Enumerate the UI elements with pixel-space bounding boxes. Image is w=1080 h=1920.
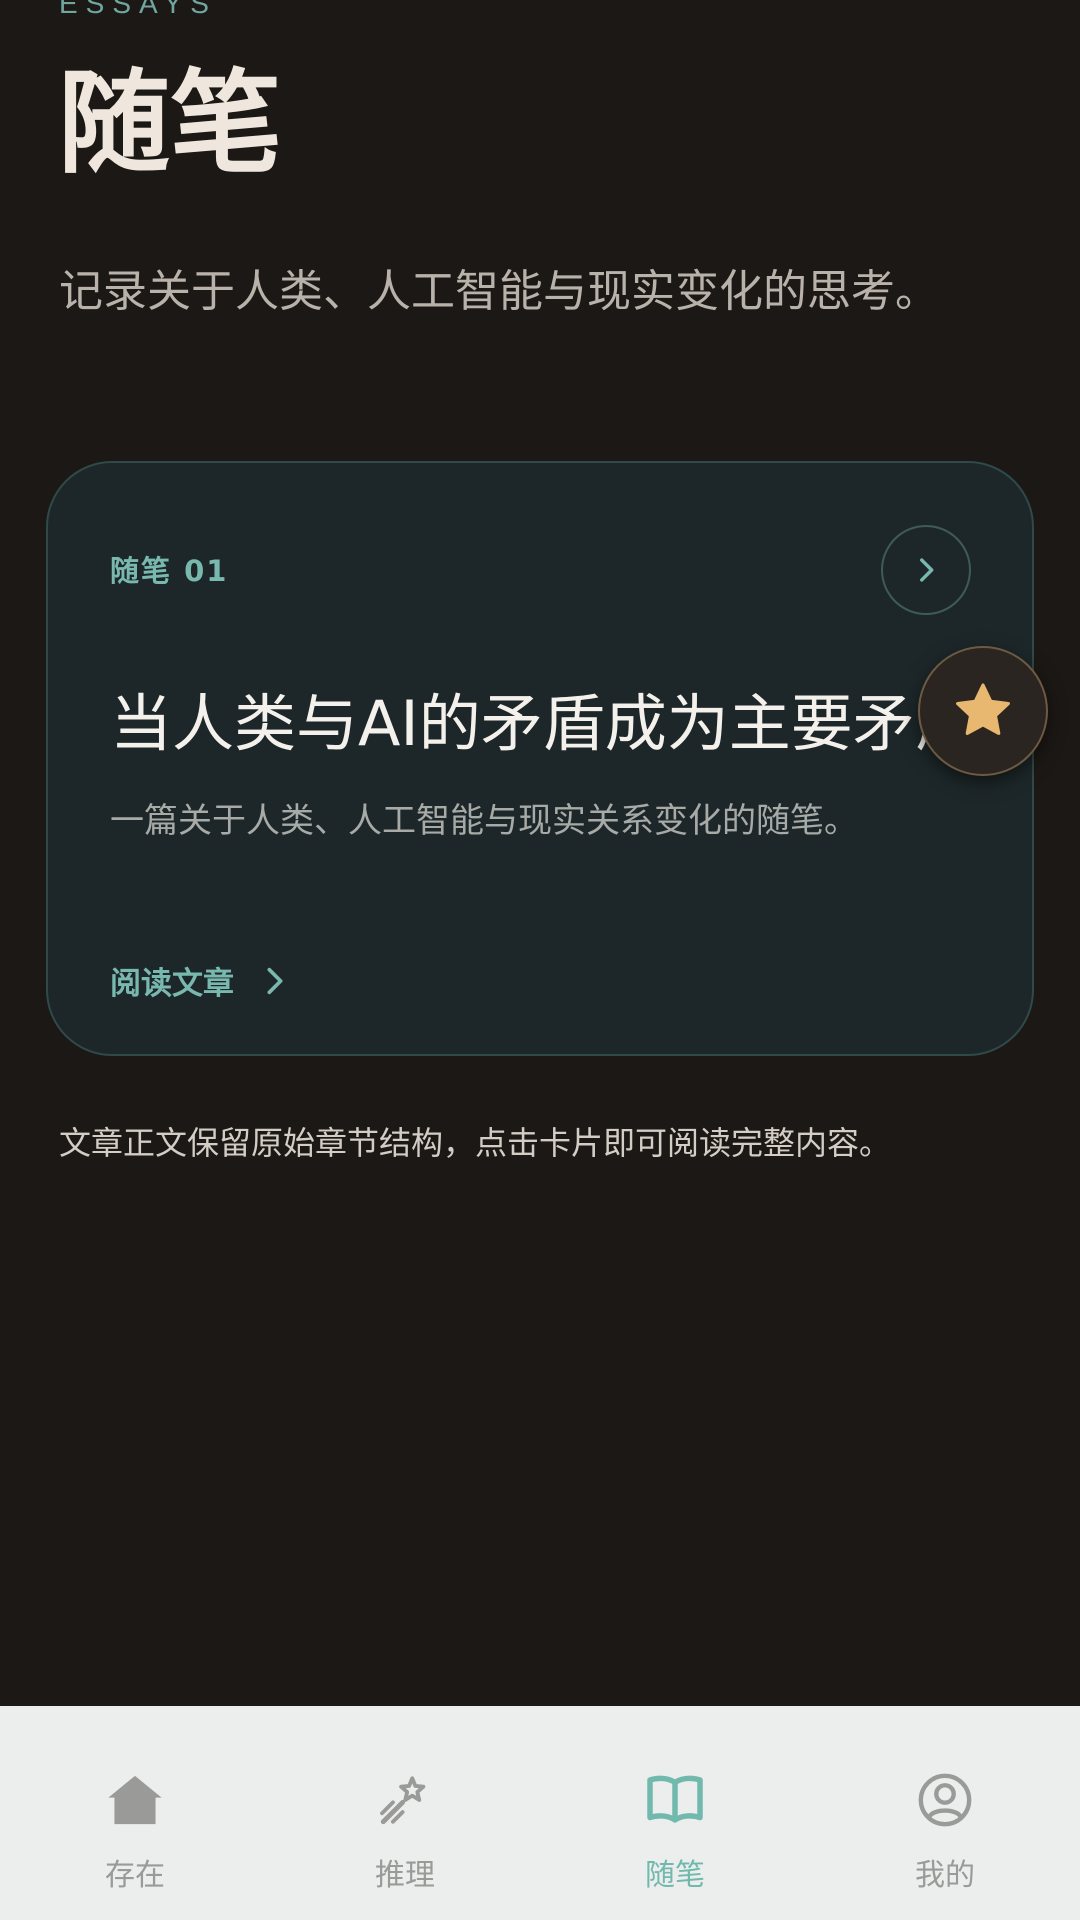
- page-title: 随笔: [58, 59, 282, 189]
- essay-description: 一篇关于人类、人工智能与现实关系变化的随笔。: [110, 801, 858, 841]
- tab-existence[interactable]: 存在: [0, 1706, 270, 1920]
- footer-note: 文章正文保留原始章节结构，点击卡片即可阅读完整内容。: [59, 1124, 892, 1162]
- magic-wand-icon: [375, 1770, 435, 1830]
- read-article-link[interactable]: 阅读文章: [110, 958, 290, 1003]
- tab-label: 我的: [915, 1858, 975, 1893]
- chevron-right-icon: [920, 558, 934, 582]
- user-icon: [915, 1770, 975, 1830]
- home-icon: [105, 1770, 165, 1830]
- essay-index-label: 随笔 01: [110, 554, 229, 588]
- read-article-label: 阅读文章: [110, 966, 234, 1002]
- page-subtitle: 记录关于人类、人工智能与现实变化的思考。: [59, 266, 939, 317]
- bottom-tab-bar: 存在 推理 随笔 我的: [0, 1706, 1080, 1920]
- essay-card[interactable]: 随笔 01 当人类与AI的矛盾成为主要矛盾 一篇关于人类、人工智能与现实关系变化…: [46, 461, 1034, 1056]
- open-essay-button[interactable]: [881, 525, 971, 615]
- tab-label: 存在: [105, 1858, 165, 1893]
- essays-page: ESSAYS 随笔 记录关于人类、人工智能与现实变化的思考。 随笔 01 当人类…: [0, 0, 1080, 1920]
- tab-essays[interactable]: 随笔: [540, 1706, 810, 1920]
- section-eyebrow: ESSAYS: [59, 0, 217, 19]
- tab-profile[interactable]: 我的: [810, 1706, 1080, 1920]
- book-icon: [645, 1770, 705, 1830]
- favorite-button[interactable]: [918, 646, 1048, 776]
- chevron-right-icon: [267, 967, 283, 994]
- tab-label: 随笔: [645, 1858, 705, 1893]
- tab-reasoning[interactable]: 推理: [270, 1706, 540, 1920]
- essay-title: 当人类与AI的矛盾成为主要矛盾: [110, 687, 977, 760]
- star-icon: [956, 683, 1010, 735]
- tab-label: 推理: [375, 1858, 435, 1893]
